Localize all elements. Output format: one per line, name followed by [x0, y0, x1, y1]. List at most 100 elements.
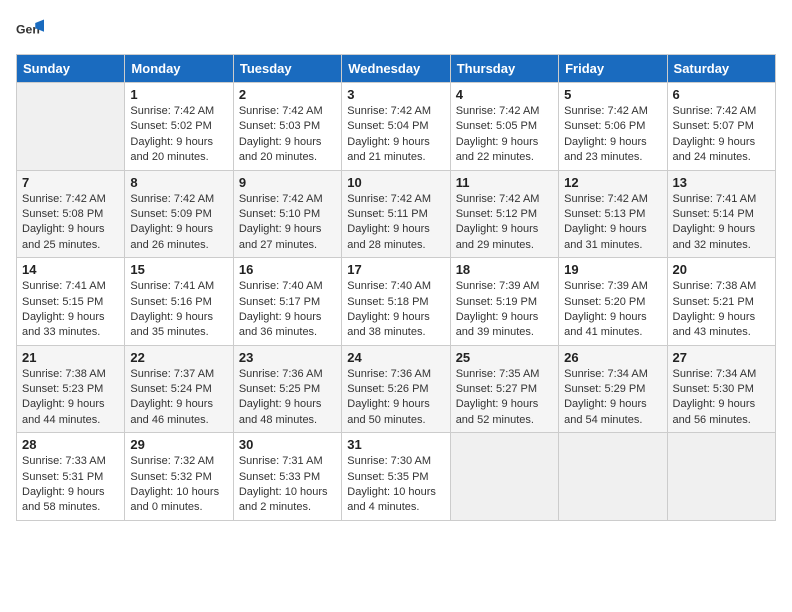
day-info: Sunrise: 7:36 AMSunset: 5:25 PMDaylight:…	[239, 367, 336, 429]
day-cell-16: 16 Sunrise: 7:40 AMSunset: 5:17 PMDayligh…	[233, 258, 341, 346]
day-cell-26: 26Sunrise: 7:34 AMSunset: 5:29 PMDayligh…	[559, 345, 667, 433]
day-info: Sunrise: 7:42 AMSunset: 5:07 PMDaylight:…	[673, 104, 770, 166]
day-cell-23: 23 Sunrise: 7:36 AMSunset: 5:25 PMDayligh…	[233, 345, 341, 433]
weekday-header-wednesday: Wednesday	[342, 55, 450, 83]
week-row-2: 7 Sunrise: 7:42 AMSunset: 5:08 PMDaylight…	[17, 170, 776, 258]
day-info: Sunrise: 7:40 AMSunset: 5:18 PMDaylight:…	[347, 279, 444, 341]
day-number: 23	[239, 350, 336, 365]
weekday-header-row: SundayMondayTuesdayWednesdayThursdayFrid…	[17, 55, 776, 83]
day-info: Sunrise: 7:42 AMSunset: 5:11 PMDaylight:…	[347, 192, 444, 254]
day-info: Sunrise: 7:39 AMSunset: 5:20 PMDaylight:…	[564, 279, 661, 341]
day-cell-6: 6Sunrise: 7:42 AMSunset: 5:07 PMDaylight…	[667, 83, 775, 171]
day-cell-21: 21 Sunrise: 7:38 AMSunset: 5:23 PMDayligh…	[17, 345, 125, 433]
day-number: 27	[673, 350, 770, 365]
day-number: 5	[564, 87, 661, 102]
day-number: 24	[347, 350, 444, 365]
day-number: 12	[564, 175, 661, 190]
day-cell-7: 7 Sunrise: 7:42 AMSunset: 5:08 PMDaylight…	[17, 170, 125, 258]
day-number: 26	[564, 350, 661, 365]
day-info: Sunrise: 7:42 AMSunset: 5:05 PMDaylight:…	[456, 104, 553, 166]
day-number: 14	[22, 262, 119, 277]
empty-cell	[17, 83, 125, 171]
day-cell-24: 24Sunrise: 7:36 AMSunset: 5:26 PMDayligh…	[342, 345, 450, 433]
day-number: 29	[130, 437, 227, 452]
day-info: Sunrise: 7:42 AMSunset: 5:06 PMDaylight:…	[564, 104, 661, 166]
empty-cell	[667, 433, 775, 521]
day-cell-29: 29 Sunrise: 7:32 AMSunset: 5:32 PMDayligh…	[125, 433, 233, 521]
day-cell-9: 9 Sunrise: 7:42 AMSunset: 5:10 PMDaylight…	[233, 170, 341, 258]
day-cell-2: 2 Sunrise: 7:42 AMSunset: 5:03 PMDaylight…	[233, 83, 341, 171]
day-cell-13: 13 Sunrise: 7:41 AMSunset: 5:14 PMDayligh…	[667, 170, 775, 258]
day-info: Sunrise: 7:41 AMSunset: 5:14 PMDaylight:…	[673, 192, 770, 254]
day-cell-25: 25Sunrise: 7:35 AMSunset: 5:27 PMDayligh…	[450, 345, 558, 433]
day-number: 8	[130, 175, 227, 190]
week-row-4: 21 Sunrise: 7:38 AMSunset: 5:23 PMDayligh…	[17, 345, 776, 433]
day-number: 3	[347, 87, 444, 102]
day-number: 1	[130, 87, 227, 102]
day-info: Sunrise: 7:38 AMSunset: 5:21 PMDaylight:…	[673, 279, 770, 341]
day-info: Sunrise: 7:38 AMSunset: 5:23 PMDaylight:…	[22, 367, 119, 429]
day-cell-28: 28Sunrise: 7:33 AMSunset: 5:31 PMDayligh…	[17, 433, 125, 521]
day-number: 18	[456, 262, 553, 277]
day-cell-8: 8 Sunrise: 7:42 AMSunset: 5:09 PMDaylight…	[125, 170, 233, 258]
day-info: Sunrise: 7:42 AMSunset: 5:03 PMDaylight:…	[239, 104, 336, 166]
day-cell-10: 10 Sunrise: 7:42 AMSunset: 5:11 PMDayligh…	[342, 170, 450, 258]
day-info: Sunrise: 7:42 AMSunset: 5:02 PMDaylight:…	[130, 104, 227, 166]
day-number: 28	[22, 437, 119, 452]
week-row-5: 28Sunrise: 7:33 AMSunset: 5:31 PMDayligh…	[17, 433, 776, 521]
day-number: 30	[239, 437, 336, 452]
day-info: Sunrise: 7:40 AMSunset: 5:17 PMDaylight:…	[239, 279, 336, 341]
day-info: Sunrise: 7:34 AMSunset: 5:30 PMDaylight:…	[673, 367, 770, 429]
week-row-3: 14 Sunrise: 7:41 AMSunset: 5:15 PMDayligh…	[17, 258, 776, 346]
day-number: 22	[130, 350, 227, 365]
day-number: 16	[239, 262, 336, 277]
day-number: 11	[456, 175, 553, 190]
day-info: Sunrise: 7:35 AMSunset: 5:27 PMDaylight:…	[456, 367, 553, 429]
day-number: 2	[239, 87, 336, 102]
day-cell-18: 18Sunrise: 7:39 AMSunset: 5:19 PMDayligh…	[450, 258, 558, 346]
empty-cell	[559, 433, 667, 521]
day-info: Sunrise: 7:32 AMSunset: 5:32 PMDaylight:…	[130, 454, 227, 516]
weekday-header-monday: Monday	[125, 55, 233, 83]
weekday-header-thursday: Thursday	[450, 55, 558, 83]
day-number: 13	[673, 175, 770, 190]
day-cell-4: 4 Sunrise: 7:42 AMSunset: 5:05 PMDaylight…	[450, 83, 558, 171]
day-info: Sunrise: 7:41 AMSunset: 5:15 PMDaylight:…	[22, 279, 119, 341]
day-cell-22: 22 Sunrise: 7:37 AMSunset: 5:24 PMDayligh…	[125, 345, 233, 433]
day-number: 7	[22, 175, 119, 190]
day-cell-14: 14 Sunrise: 7:41 AMSunset: 5:15 PMDayligh…	[17, 258, 125, 346]
week-row-1: 1 Sunrise: 7:42 AMSunset: 5:02 PMDaylight…	[17, 83, 776, 171]
day-info: Sunrise: 7:42 AMSunset: 5:13 PMDaylight:…	[564, 192, 661, 254]
day-number: 4	[456, 87, 553, 102]
day-number: 21	[22, 350, 119, 365]
day-cell-30: 30 Sunrise: 7:31 AMSunset: 5:33 PMDayligh…	[233, 433, 341, 521]
day-number: 31	[347, 437, 444, 452]
day-info: Sunrise: 7:37 AMSunset: 5:24 PMDaylight:…	[130, 367, 227, 429]
day-number: 9	[239, 175, 336, 190]
day-cell-20: 20 Sunrise: 7:38 AMSunset: 5:21 PMDayligh…	[667, 258, 775, 346]
logo-icon: Gen	[16, 16, 44, 44]
day-cell-1: 1 Sunrise: 7:42 AMSunset: 5:02 PMDaylight…	[125, 83, 233, 171]
day-info: Sunrise: 7:41 AMSunset: 5:16 PMDaylight:…	[130, 279, 227, 341]
day-info: Sunrise: 7:42 AMSunset: 5:08 PMDaylight:…	[22, 192, 119, 254]
weekday-header-friday: Friday	[559, 55, 667, 83]
day-number: 20	[673, 262, 770, 277]
day-cell-15: 15Sunrise: 7:41 AMSunset: 5:16 PMDayligh…	[125, 258, 233, 346]
day-cell-17: 17 Sunrise: 7:40 AMSunset: 5:18 PMDayligh…	[342, 258, 450, 346]
day-info: Sunrise: 7:42 AMSunset: 5:10 PMDaylight:…	[239, 192, 336, 254]
page-header: Gen	[16, 16, 776, 44]
logo: Gen	[16, 16, 48, 44]
day-cell-11: 11Sunrise: 7:42 AMSunset: 5:12 PMDayligh…	[450, 170, 558, 258]
empty-cell	[450, 433, 558, 521]
day-number: 10	[347, 175, 444, 190]
day-cell-5: 5 Sunrise: 7:42 AMSunset: 5:06 PMDaylight…	[559, 83, 667, 171]
day-number: 19	[564, 262, 661, 277]
day-number: 17	[347, 262, 444, 277]
calendar-body: 1 Sunrise: 7:42 AMSunset: 5:02 PMDaylight…	[17, 83, 776, 521]
day-cell-12: 12 Sunrise: 7:42 AMSunset: 5:13 PMDayligh…	[559, 170, 667, 258]
weekday-header-saturday: Saturday	[667, 55, 775, 83]
day-info: Sunrise: 7:31 AMSunset: 5:33 PMDaylight:…	[239, 454, 336, 516]
day-info: Sunrise: 7:42 AMSunset: 5:09 PMDaylight:…	[130, 192, 227, 254]
day-info: Sunrise: 7:30 AMSunset: 5:35 PMDaylight:…	[347, 454, 444, 516]
day-cell-19: 19 Sunrise: 7:39 AMSunset: 5:20 PMDayligh…	[559, 258, 667, 346]
